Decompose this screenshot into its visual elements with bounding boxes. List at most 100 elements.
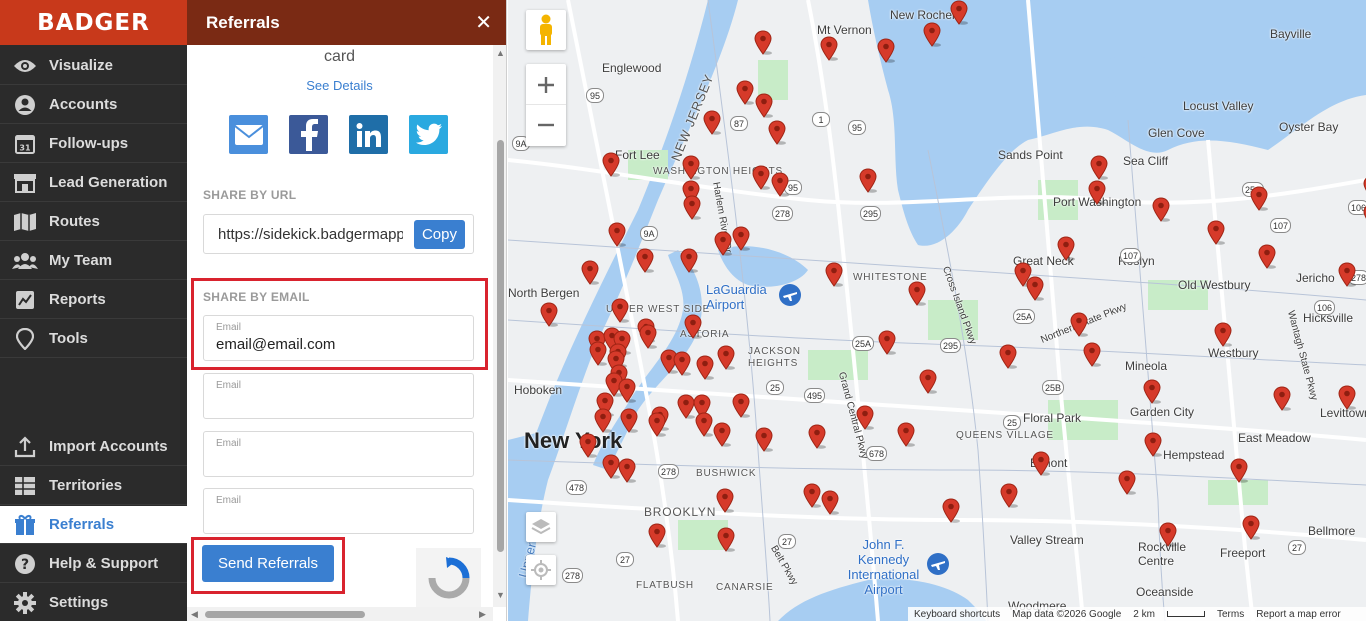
sidebar-item-reports[interactable]: Reports [0,281,187,319]
sidebar-item-lead-generation[interactable]: Lead Generation [0,164,187,202]
scroll-thumb[interactable] [497,140,504,552]
account-pin-icon[interactable] [1250,186,1268,211]
scroll-right-icon[interactable]: ▶ [479,609,486,620]
account-pin-icon[interactable] [1090,155,1108,180]
account-pin-icon[interactable] [1258,244,1276,269]
account-pin-icon[interactable] [695,412,713,437]
account-pin-icon[interactable] [1214,322,1232,347]
scroll-up-icon[interactable]: ▲ [496,48,505,58]
zoom-in-button[interactable] [526,65,566,105]
account-pin-icon[interactable] [1207,220,1225,245]
recaptcha-badge[interactable] [416,548,481,607]
account-pin-icon[interactable] [684,314,702,339]
account-pin-icon[interactable] [589,341,607,366]
account-pin-icon[interactable] [608,222,626,247]
account-pin-icon[interactable] [579,433,597,458]
account-pin-icon[interactable] [1088,180,1106,205]
account-pin-icon[interactable] [1273,386,1291,411]
copy-button[interactable]: Copy [413,220,465,249]
account-pin-icon[interactable] [1032,451,1050,476]
email-field-3[interactable]: Email [203,431,474,477]
account-pin-icon[interactable] [1152,197,1170,222]
account-pin-icon[interactable] [999,344,1017,369]
account-pin-icon[interactable] [821,490,839,515]
account-pin-icon[interactable] [696,355,714,380]
account-pin-icon[interactable] [713,422,731,447]
account-pin-icon[interactable] [1143,379,1161,404]
account-pin-icon[interactable] [768,120,786,145]
account-pin-icon[interactable] [919,369,937,394]
account-pin-icon[interactable] [808,424,826,449]
account-pin-icon[interactable] [755,427,773,452]
account-pin-icon[interactable] [648,523,666,548]
account-pin-icon[interactable] [825,262,843,287]
sidebar-item-referrals[interactable]: Referrals [0,506,187,544]
account-pin-icon[interactable] [611,298,629,323]
account-pin-icon[interactable] [923,22,941,47]
sidebar-item-import-accounts[interactable]: Import Accounts [0,428,187,466]
account-pin-icon[interactable] [683,195,701,220]
sidebar-item-tools[interactable]: Tools [0,320,187,358]
report-error-link[interactable]: Report a map error [1256,609,1340,620]
account-pin-icon[interactable] [755,93,773,118]
close-icon[interactable]: ✕ [475,10,492,35]
account-pin-icon[interactable] [1338,385,1356,410]
account-pin-icon[interactable] [716,488,734,513]
account-pin-icon[interactable] [897,422,915,447]
account-pin-icon[interactable] [714,231,732,256]
account-pin-icon[interactable] [732,393,750,418]
account-pin-icon[interactable] [1338,262,1356,287]
account-pin-icon[interactable] [1144,432,1162,457]
account-pin-icon[interactable] [540,302,558,327]
account-pin-icon[interactable] [1057,236,1075,261]
account-pin-icon[interactable] [752,165,770,190]
account-pin-icon[interactable] [1070,312,1088,337]
twitter-share-icon[interactable] [409,115,448,154]
account-pin-icon[interactable] [618,378,636,403]
sidebar-item-my-team[interactable]: My Team [0,242,187,280]
account-pin-icon[interactable] [754,30,772,55]
account-pin-icon[interactable] [594,408,612,433]
account-pin-icon[interactable] [620,408,638,433]
account-pin-icon[interactable] [648,412,666,437]
account-pin-icon[interactable] [736,80,754,105]
account-pin-icon[interactable] [856,405,874,430]
email-field-2[interactable]: Email [203,373,474,419]
linkedin-share-icon[interactable] [349,115,388,154]
account-pin-icon[interactable] [682,155,700,180]
account-pin-icon[interactable] [636,248,654,273]
panel-horizontal-scrollbar[interactable]: ◀ ▶ [187,607,493,621]
email-share-icon[interactable] [229,115,268,154]
sidebar-item-settings[interactable]: Settings [0,584,187,621]
sidebar-item-follow-ups[interactable]: 31 Follow-ups [0,125,187,163]
sidebar-item-accounts[interactable]: Accounts [0,86,187,124]
account-pin-icon[interactable] [618,458,636,483]
map-view[interactable]: Mt Vernon New Rochelle Bayville Englewoo… [508,0,1366,621]
account-pin-icon[interactable] [942,498,960,523]
email-field-1[interactable]: Email email@email.com [203,315,474,361]
account-pin-icon[interactable] [950,0,968,25]
account-pin-icon[interactable] [680,248,698,273]
sidebar-item-routes[interactable]: Routes [0,203,187,241]
zoom-out-button[interactable] [526,105,566,145]
scroll-thumb[interactable] [205,611,365,618]
account-pin-icon[interactable] [717,527,735,552]
scroll-down-icon[interactable]: ▼ [496,590,505,600]
sidebar-item-help-support[interactable]: ? Help & Support [0,545,187,583]
account-pin-icon[interactable] [859,168,877,193]
account-pin-icon[interactable] [581,260,599,285]
email-field-4[interactable]: Email [203,488,474,534]
account-pin-icon[interactable] [1159,522,1177,547]
sidebar-item-visualize[interactable]: Visualize [0,47,187,85]
account-pin-icon[interactable] [1000,483,1018,508]
account-pin-icon[interactable] [1083,342,1101,367]
account-pin-icon[interactable] [1242,515,1260,540]
layers-button[interactable] [526,512,556,542]
scale-label[interactable]: 2 km [1133,609,1155,620]
scroll-left-icon[interactable]: ◀ [191,609,198,620]
send-referrals-button[interactable]: Send Referrals [202,545,334,582]
share-url-field[interactable]: https://sidekick.badgermapp Copy [203,214,474,254]
account-pin-icon[interactable] [673,351,691,376]
account-pin-icon[interactable] [717,345,735,370]
account-pin-icon[interactable] [877,38,895,63]
